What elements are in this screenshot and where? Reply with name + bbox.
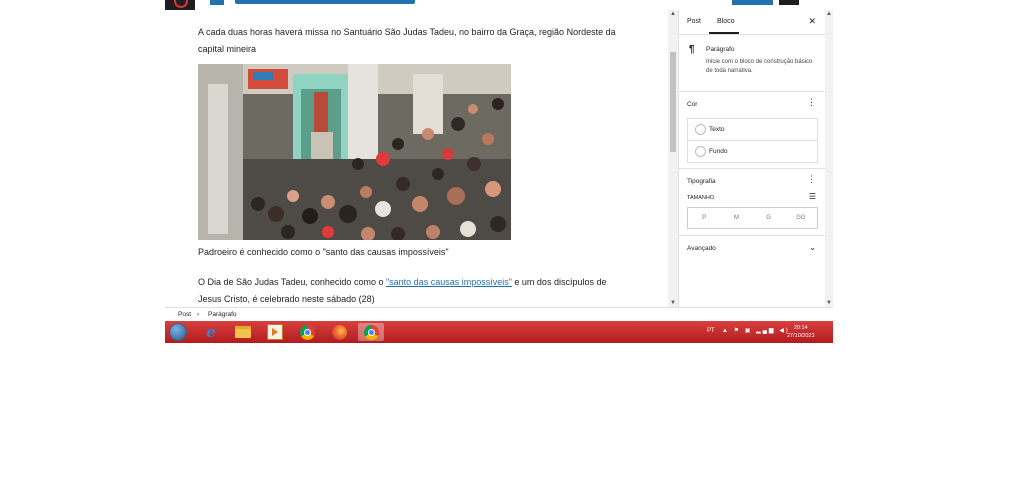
advanced-panel[interactable]: Avançado ⌄ (679, 236, 826, 262)
device-icon[interactable]: ▣ (745, 328, 753, 334)
block-card: ¶ Parágrafo Inicie com o bloco de constr… (679, 35, 826, 92)
background-color-swatch-icon (695, 146, 706, 157)
sidebar-scroll-down-icon[interactable]: ▼ (826, 300, 832, 306)
show-hidden-icons-icon[interactable]: ▲ (722, 328, 730, 334)
color-background-option[interactable]: Fundo (688, 140, 817, 162)
font-size-large[interactable]: G (753, 208, 785, 228)
taskbar-explorer[interactable] (230, 323, 256, 341)
image-caption[interactable]: Padroeiro é conhecido como o "santo das … (198, 244, 628, 261)
taskbar-firefox[interactable] (326, 323, 352, 341)
font-size-extra-large[interactable]: GG (785, 208, 817, 228)
block-title: Parágrafo (706, 46, 735, 53)
custom-size-icon[interactable]: ☰ (809, 192, 816, 201)
flag-icon[interactable]: ⚑ (734, 328, 741, 334)
toggle-inserter-button[interactable] (210, 0, 224, 5)
network-icon[interactable]: ▂▄▆ (756, 328, 775, 334)
block-description: Inicie com o bloco de construção básico … (706, 59, 813, 74)
color-panel-title: Cor (687, 101, 698, 108)
editor-scrollbar[interactable]: ▲ ▼ (668, 10, 678, 307)
system-clock[interactable]: 20:14 27/10/2023 (787, 324, 815, 340)
editor-scrollbar-thumb[interactable] (670, 52, 676, 152)
clock-time: 20:14 (793, 325, 808, 331)
site-logo[interactable] (165, 0, 195, 10)
typography-panel-title: Tipografia (687, 178, 716, 185)
color-background-label: Fundo (709, 148, 728, 155)
tab-post[interactable]: Post (687, 18, 701, 25)
typography-panel: Tipografia ⋮ TAMANHO ☰ P M G GG (679, 169, 826, 236)
crowd-photo (198, 64, 511, 240)
typography-options-icon[interactable]: ⋮ (807, 175, 816, 184)
font-size-small[interactable]: P (688, 208, 720, 228)
block-breadcrumb: Post › Parágrafo (165, 307, 833, 322)
tab-block[interactable]: Bloco (717, 18, 735, 25)
paragraph-icon: ¶ (689, 44, 695, 55)
font-size-picker: P M G GG (687, 207, 818, 229)
text-color-swatch-icon (695, 124, 706, 135)
editor-top-toolbar (165, 0, 833, 10)
breadcrumb-separator-icon: › (197, 311, 200, 318)
sidebar-tabs: Post Bloco ✕ (679, 10, 826, 35)
taskbar-ie[interactable]: e (198, 323, 224, 341)
windows-taskbar: e PT ▲ ⚑ ▣ ▂▄▆ ◀) 20:14 27/10/2023 (165, 321, 833, 343)
paragraph-block-2[interactable]: O Dia de São Judas Tadeu, conhecido como… (198, 274, 628, 307)
active-tab-indicator (709, 32, 739, 34)
media-player-icon (267, 324, 283, 340)
font-size-medium[interactable]: M (720, 208, 752, 228)
image-block[interactable] (198, 64, 511, 240)
editor-canvas: A cada duas horas haverá missa no Santuá… (165, 10, 678, 307)
chevron-down-icon[interactable]: ⌄ (809, 243, 816, 252)
internet-explorer-icon: e (206, 323, 216, 341)
close-icon[interactable]: ✕ (808, 16, 816, 27)
folder-icon (235, 326, 251, 338)
taskbar-chrome-active[interactable] (358, 323, 384, 341)
advanced-panel-title: Avançado (687, 245, 716, 252)
wordpress-editor-window: A cada duas horas haverá missa no Santuá… (165, 0, 833, 343)
firefox-icon (331, 324, 347, 340)
color-panel: Cor ⋮ Texto Fundo (679, 92, 826, 169)
logo-icon (174, 0, 188, 8)
font-size-label: TAMANHO (687, 195, 715, 201)
breadcrumb-post[interactable]: Post (178, 308, 191, 322)
paragraph-text: O Dia de São Judas Tadeu, conhecido como… (198, 277, 386, 287)
color-text-option[interactable]: Texto (688, 119, 817, 140)
clock-date: 27/10/2023 (787, 333, 815, 339)
settings-button[interactable] (779, 0, 799, 5)
impossible-causes-link[interactable]: "santo das causas impossíveis" (386, 277, 512, 287)
color-text-label: Texto (709, 126, 725, 133)
breadcrumb-paragraph[interactable]: Parágrafo (208, 308, 237, 322)
paragraph-block[interactable]: A cada duas horas haverá missa no Santuá… (198, 24, 628, 58)
chrome-icon (363, 324, 379, 340)
settings-sidebar: Post Bloco ✕ ¶ Parágrafo Inicie com o bl… (678, 10, 826, 307)
taskbar-chrome[interactable] (294, 323, 320, 341)
sidebar-scrollbar[interactable]: ▲ ▼ (825, 10, 833, 307)
document-title-bar[interactable] (235, 0, 415, 4)
scroll-up-icon[interactable]: ▲ (670, 11, 676, 17)
start-button[interactable] (169, 323, 187, 341)
color-settings-list: Texto Fundo (687, 118, 818, 163)
color-options-icon[interactable]: ⋮ (807, 98, 816, 107)
system-tray[interactable]: ▲ ⚑ ▣ ▂▄▆ ◀) (722, 327, 790, 334)
sidebar-scroll-up-icon[interactable]: ▲ (826, 11, 832, 17)
publish-button[interactable] (732, 0, 773, 5)
taskbar-media-player[interactable] (262, 323, 288, 341)
post-content: A cada duas horas haverá missa no Santuá… (198, 24, 628, 307)
scroll-down-icon[interactable]: ▼ (670, 300, 676, 306)
chrome-icon (299, 324, 315, 340)
language-indicator[interactable]: PT (707, 328, 715, 334)
